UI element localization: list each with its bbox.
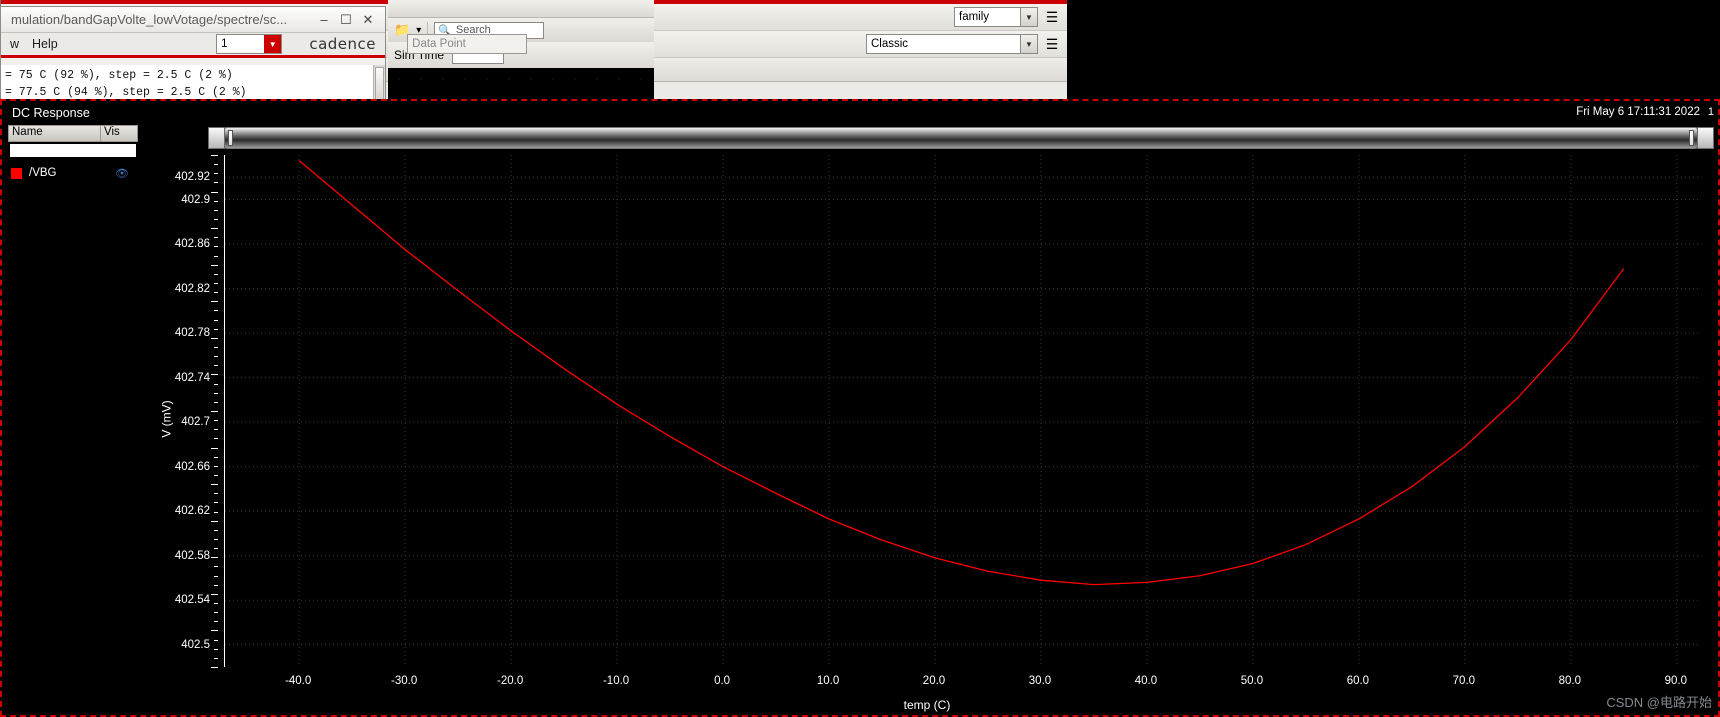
legend-header: Name Vis [8,125,138,142]
y-tick-label: 402.5 [181,638,210,651]
slider-left-cap[interactable] [208,127,225,149]
x-tick-label: 70.0 [1452,675,1476,687]
x-tick-label: 10.0 [816,675,840,687]
plot-canvas[interactable] [224,155,1698,667]
log-red-divider [1,55,385,58]
horizontal-pan-slider[interactable] [208,127,1714,149]
y-tick-label: 402.58 [174,549,210,562]
graph-timestamp: Fri May 6 17:11:31 2022 [1576,106,1700,118]
y-tick-label: 402.86 [174,238,210,251]
legend-item[interactable]: /VBG 👁 [8,164,138,182]
y-tick-label: 402.78 [174,327,210,340]
legend-col-vis: Vis [104,126,120,138]
y-tick-label: 402.9 [181,193,210,206]
cadence-logo: cadence [309,35,376,53]
chevron-down-icon[interactable]: ▼ [1020,35,1037,53]
viva-waveform-window[interactable]: ▤ ▼ ▣ ▼ 📂 💾 🖨 🗃 ↶ ↷ ✂ 📄 📋 ✖ ◀ ▶ 🔍 ⊕ ⊖ ⛶ … [0,0,1720,717]
family-options-icon[interactable]: ☰ [1041,6,1063,28]
signal-legend-panel[interactable]: Name Vis /VBG 👁 [8,125,138,713]
style-select[interactable]: Classic ▼ [866,34,1038,54]
x-tick-label: 0.0 [714,675,731,687]
x-tick-label: -40.0 [285,675,312,687]
family-value: family [959,11,990,23]
x-tick-label: 30.0 [1028,675,1052,687]
x-tick-label: -30.0 [391,675,418,687]
graph-title: DC Response [12,106,90,120]
background-app-toolbar[interactable] [388,0,654,18]
log-line: = 75 C (92 %), step = 2.5 C (2 %) [5,69,233,82]
log-menu-window[interactable]: w [10,37,19,51]
data-point-placeholder: Data Point [412,38,466,50]
style-value: Classic [871,38,909,50]
family-select[interactable]: family ▼ [954,7,1038,27]
x-tick-label: 60.0 [1346,675,1370,687]
chart-container[interactable]: V (mV) temp (C) 402.92 402.9 402.86 402.82 4… [142,125,1714,713]
x-tick-label: 80.0 [1558,675,1582,687]
plot-area[interactable]: DC Response Fri May 6 17:11:31 2022 1 Na… [0,99,1720,717]
x-axis-label: temp (C) [903,698,951,712]
x-tick-label: 20.0 [922,675,946,687]
chevron-down-icon[interactable]: ▼ [264,35,282,53]
subwindow-select[interactable]: 1 ▼ [216,34,283,54]
slider-right-grip[interactable] [1689,130,1694,146]
y-tick-label: 402.62 [174,505,210,518]
log-window-title: mulation/bandGapVolte_lowVotage/spectre/… [11,12,288,27]
legend-col-name: Name [9,126,101,141]
x-tick-label: 90.0 [1664,675,1687,687]
subwindow-value: 1 [221,38,228,50]
x-tick-label: -10.0 [602,675,630,687]
x-tick-label: -20.0 [497,675,524,687]
style-options-icon[interactable]: ☰ [1041,33,1063,55]
y-tick-label: 402.74 [174,371,210,384]
y-axis-ticks: 402.92 402.9 402.86 402.82 402.78 402.74 402.7… [156,155,218,668]
y-tick-label: 402.66 [174,460,210,473]
y-tick-label: 402.7 [181,416,210,429]
log-menu-help[interactable]: Help [32,37,58,51]
waveform-svg [225,155,1698,667]
eye-icon[interactable]: 👁 [115,167,129,180]
y-tick-label: 402.54 [174,594,210,607]
y-tick-label: 402.92 [174,171,210,184]
x-tick-label: 50.0 [1240,675,1264,687]
y-tick-label: 402.82 [174,282,210,295]
log-close-button[interactable]: ✕ [357,11,379,29]
signal-color-swatch [11,167,22,179]
watermark: CSDN @电路开始 [1606,695,1712,710]
chevron-down-icon[interactable]: ▼ [1020,8,1037,26]
signal-name: /VBG [29,167,57,179]
subwindow-number: 1 [1707,106,1714,118]
log-maximize-button[interactable]: ☐ [335,11,357,29]
y-axis-ruler [211,155,218,668]
data-point-input[interactable]: Data Point [407,34,528,54]
legend-selection-bar[interactable] [10,144,136,157]
x-axis-ticks: -40.0 -30.0 -20.0 -10.0 0.0 10.0 20.0 30.0 40.0 5… [224,673,1698,689]
log-window-titlebar: mulation/bandGapVolte_lowVotage/spectre/… [1,7,385,33]
log-menubar[interactable]: w Help cadence [1,33,385,55]
slider-left-grip[interactable] [228,130,233,146]
slider-right-cap[interactable] [1697,127,1714,149]
log-vscroll-thumb[interactable] [375,67,384,101]
log-minimize-button[interactable]: – [313,11,335,29]
x-tick-label: 40.0 [1134,675,1158,687]
